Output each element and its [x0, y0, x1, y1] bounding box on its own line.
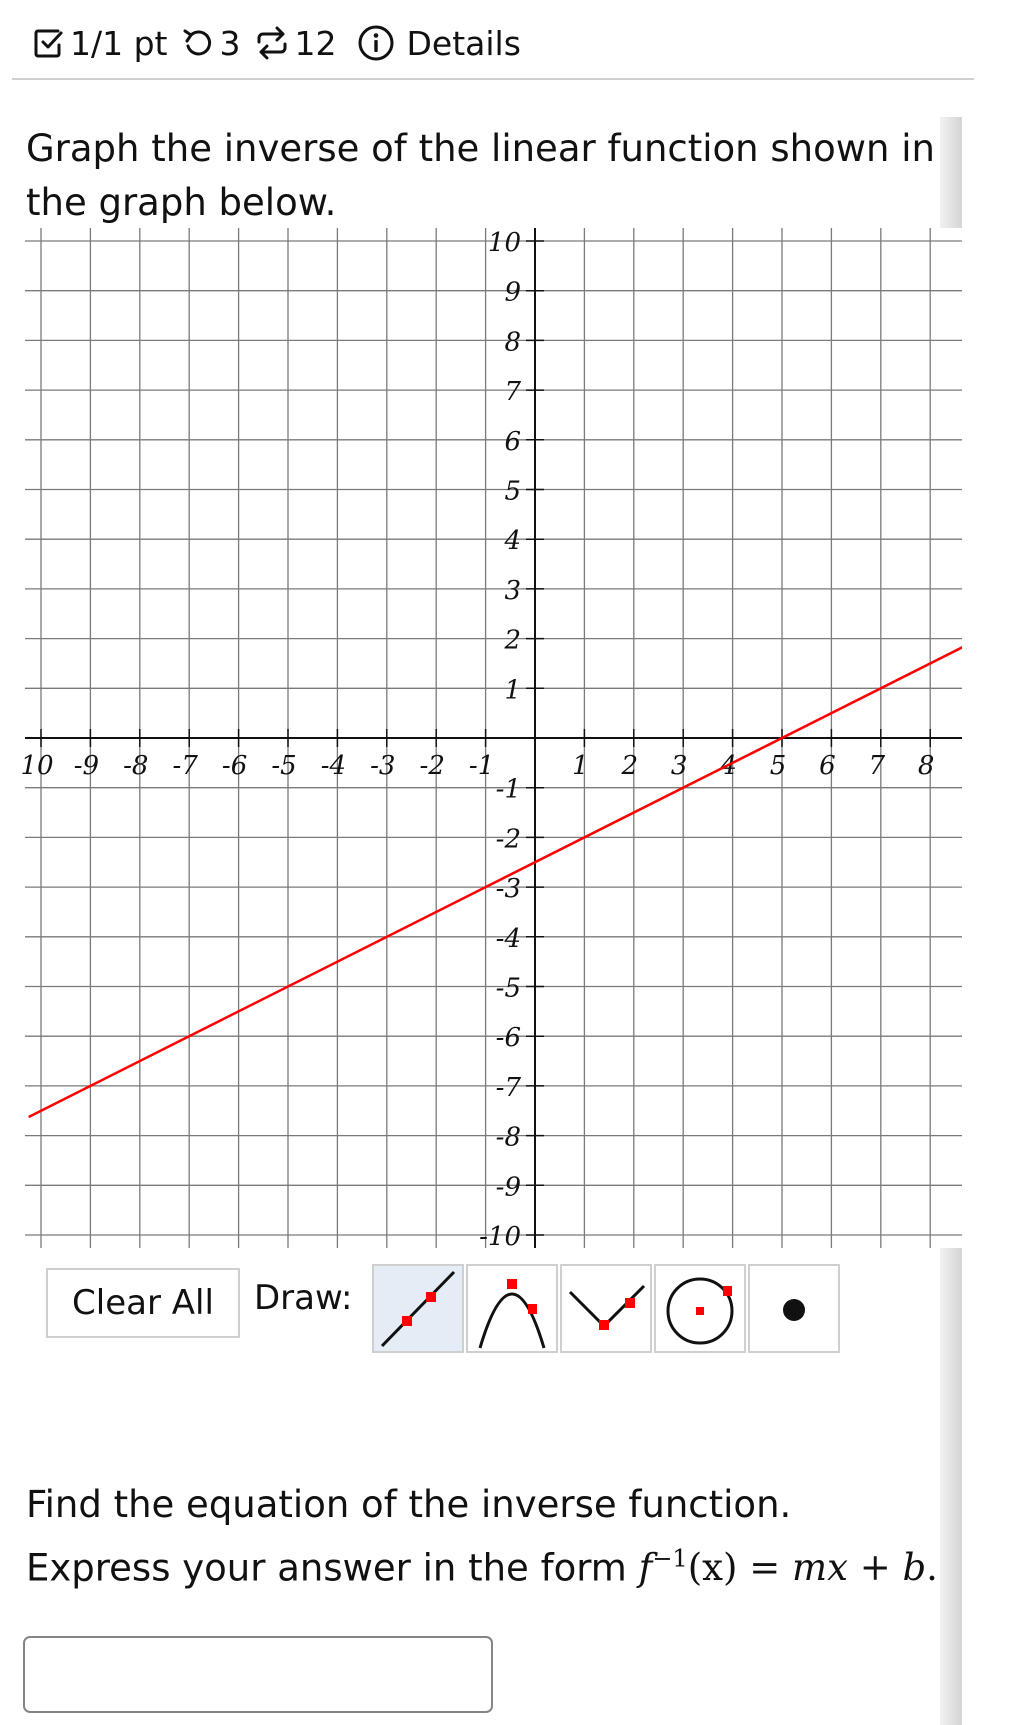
math-end: .: [926, 1546, 938, 1590]
y-tick-label: 10: [488, 228, 521, 258]
math-rhs: mx + b: [791, 1546, 927, 1590]
x-tick-label: -8: [123, 751, 148, 781]
x-tick-label: -1: [469, 751, 494, 781]
y-tick-label: -1: [496, 775, 521, 805]
x-tick-label: -3: [370, 751, 395, 781]
x-tick-label: 1: [572, 751, 589, 781]
line-tool-icon: [380, 1270, 456, 1347]
x-tick-labels: 10-9-8-7-6-5-4-3-2-112345678: [20, 751, 934, 781]
x-tick-label: 5: [770, 751, 787, 781]
line-tool-button[interactable]: [372, 1264, 464, 1353]
clear-all-button[interactable]: Clear All: [46, 1268, 240, 1338]
y-tick-label: -9: [496, 1172, 521, 1202]
y-tick-label: 8: [504, 327, 521, 357]
y-tick-label: -4: [496, 924, 521, 954]
x-tick-label: 3: [671, 751, 688, 781]
math-form: f−1(x) = mx + b.: [638, 1545, 938, 1590]
draw-label: Draw:: [254, 1278, 353, 1318]
y-tick-label: 3: [504, 576, 521, 606]
absolute-value-tool-icon: [568, 1284, 646, 1330]
y-tick-label: 1: [504, 675, 521, 705]
y-tick-label: 9: [504, 278, 521, 308]
parabola-tool-icon: [478, 1278, 546, 1348]
y-tick-label: -10: [479, 1222, 521, 1252]
x-tick-label: 6: [819, 751, 836, 781]
math-eq: =: [737, 1546, 792, 1590]
y-tick-label: -8: [496, 1123, 521, 1153]
y-tick-label: 7: [504, 377, 521, 407]
point-tool-button[interactable]: [748, 1264, 840, 1353]
y-tick-label: 5: [504, 477, 521, 507]
point-tool-icon: [783, 1298, 805, 1321]
graph-canvas[interactable]: 10-9-8-7-6-5-4-3-2-112345678 10987654321…: [0, 0, 1011, 1260]
y-tick-label: -5: [496, 974, 521, 1004]
equation-prompt: Find the equation of the inverse functio…: [26, 1478, 946, 1595]
circle-tool-button[interactable]: [654, 1264, 746, 1353]
math-sup: −1: [652, 1545, 688, 1573]
x-tick-label: 8: [918, 751, 935, 781]
x-tick-label: -5: [271, 751, 296, 781]
x-tick-label: -7: [173, 751, 199, 781]
circle-tool-icon: [666, 1277, 734, 1344]
x-tick-label: -6: [222, 751, 247, 781]
y-tick-label: -3: [496, 874, 521, 904]
math-func: f: [638, 1546, 653, 1590]
draw-tools: [372, 1264, 842, 1353]
answer-input[interactable]: [23, 1636, 493, 1713]
x-tick-label: 2: [621, 751, 639, 781]
y-tick-label: -7: [496, 1073, 522, 1103]
y-tick-label: -2: [496, 824, 521, 854]
x-tick-label: -4: [321, 751, 346, 781]
x-tick-label: -2: [420, 751, 445, 781]
x-tick-label: 7: [869, 751, 886, 781]
y-tick-label: 6: [504, 427, 521, 457]
y-tick-label: -6: [496, 1023, 521, 1053]
y-tick-label: 4: [503, 526, 521, 556]
y-tick-label: 2: [503, 626, 521, 656]
absolute-value-tool-button[interactable]: [560, 1264, 652, 1353]
x-tick-label: 10: [20, 751, 53, 781]
axes: [25, 228, 962, 1248]
parabola-tool-button[interactable]: [466, 1264, 558, 1353]
math-arg: (x): [687, 1546, 738, 1590]
x-tick-label: -9: [74, 751, 99, 781]
